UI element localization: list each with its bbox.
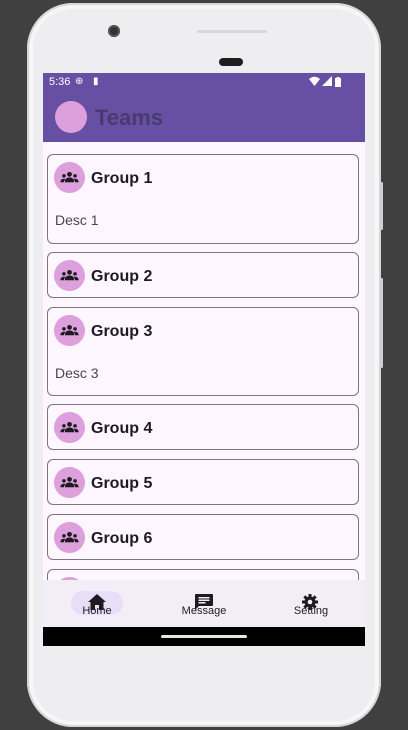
bottom-navigation: Home Message Setting: [43, 580, 365, 627]
groups-icon: [54, 522, 85, 553]
app-screen: 5:36 ⊕ ▮ Teams Group 1 Desc 1 Group 2 Gr…: [43, 73, 365, 646]
groups-icon: [54, 162, 85, 193]
sim-card-icon: ▮: [93, 76, 99, 87]
battery-icon: [335, 77, 341, 91]
status-bar: 5:36 ⊕ ▮: [43, 73, 365, 92]
status-time: 5:36: [49, 76, 71, 88]
group-title: Group 1: [91, 170, 153, 187]
group-card-partial[interactable]: [47, 569, 359, 580]
gesture-handle[interactable]: [161, 635, 247, 638]
group-card[interactable]: Group 6: [47, 514, 359, 560]
groups-icon: [54, 315, 85, 346]
top-app-bar: Teams: [43, 92, 365, 142]
group-card[interactable]: Group 4: [47, 404, 359, 450]
signal-icon: [322, 76, 332, 90]
top-speaker-grille: [197, 30, 267, 33]
wifi-icon: [309, 76, 320, 90]
groups-icon: [54, 467, 85, 498]
group-description: Desc 3: [55, 365, 99, 381]
globe-icon: ⊕: [75, 76, 84, 87]
system-navigation-bar: [43, 627, 365, 646]
groups-icon: [54, 412, 85, 443]
front-camera: [108, 25, 120, 37]
group-title: Group 5: [91, 475, 153, 492]
group-card[interactable]: Group 3 Desc 3: [47, 307, 359, 396]
groups-icon: [54, 260, 85, 291]
nav-label-message: Message: [181, 605, 227, 617]
group-card[interactable]: Group 5: [47, 459, 359, 505]
nav-label-home: Home: [82, 605, 112, 617]
nav-item-home[interactable]: Home: [43, 580, 151, 627]
group-card[interactable]: Group 2: [47, 252, 359, 298]
group-title: Group 3: [91, 323, 153, 340]
group-title: Group 2: [91, 268, 153, 285]
avatar[interactable]: [55, 101, 87, 133]
group-title: Group 6: [91, 530, 153, 547]
earpiece: [219, 58, 243, 66]
volume-button: [380, 278, 383, 368]
nav-item-setting[interactable]: Setting: [257, 580, 365, 627]
group-card[interactable]: Group 1 Desc 1: [47, 154, 359, 244]
group-list[interactable]: Group 1 Desc 1 Group 2 Group 3 Desc 3 Gr…: [43, 142, 365, 580]
power-button: [380, 182, 383, 230]
nav-item-message[interactable]: Message: [150, 580, 258, 627]
group-title: Group 4: [91, 420, 153, 437]
group-description: Desc 1: [55, 212, 99, 228]
nav-label-setting: Setting: [293, 605, 329, 617]
page-title: Teams: [95, 105, 164, 130]
